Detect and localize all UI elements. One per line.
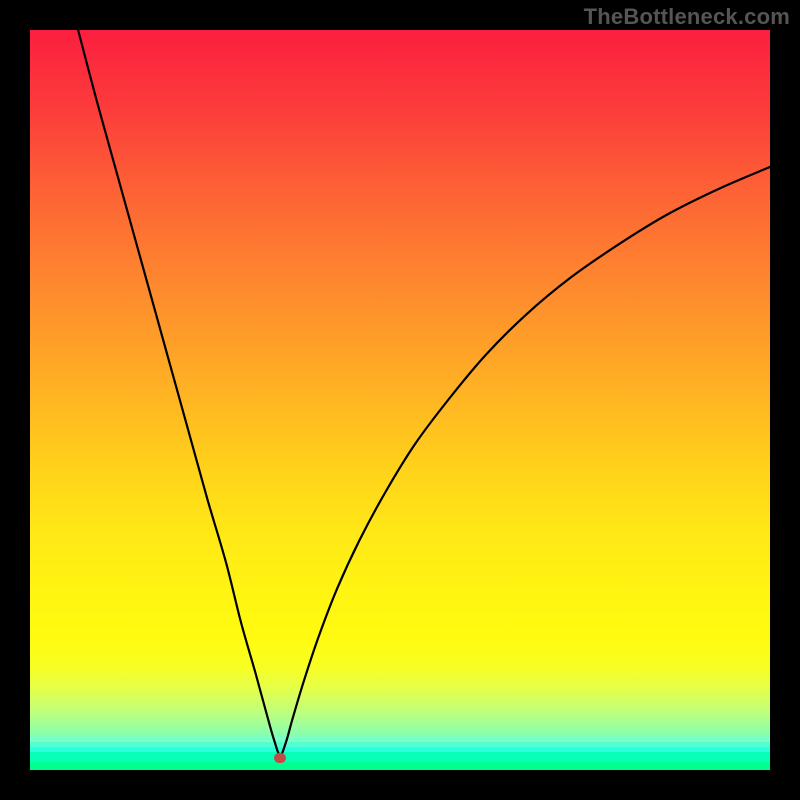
chart-frame: TheBottleneck.com [0, 0, 800, 800]
watermark-text: TheBottleneck.com [584, 4, 790, 30]
plot-area [30, 30, 770, 770]
curve-svg [30, 30, 770, 770]
minimum-marker [274, 753, 286, 763]
bottleneck-curve-path [78, 30, 770, 755]
